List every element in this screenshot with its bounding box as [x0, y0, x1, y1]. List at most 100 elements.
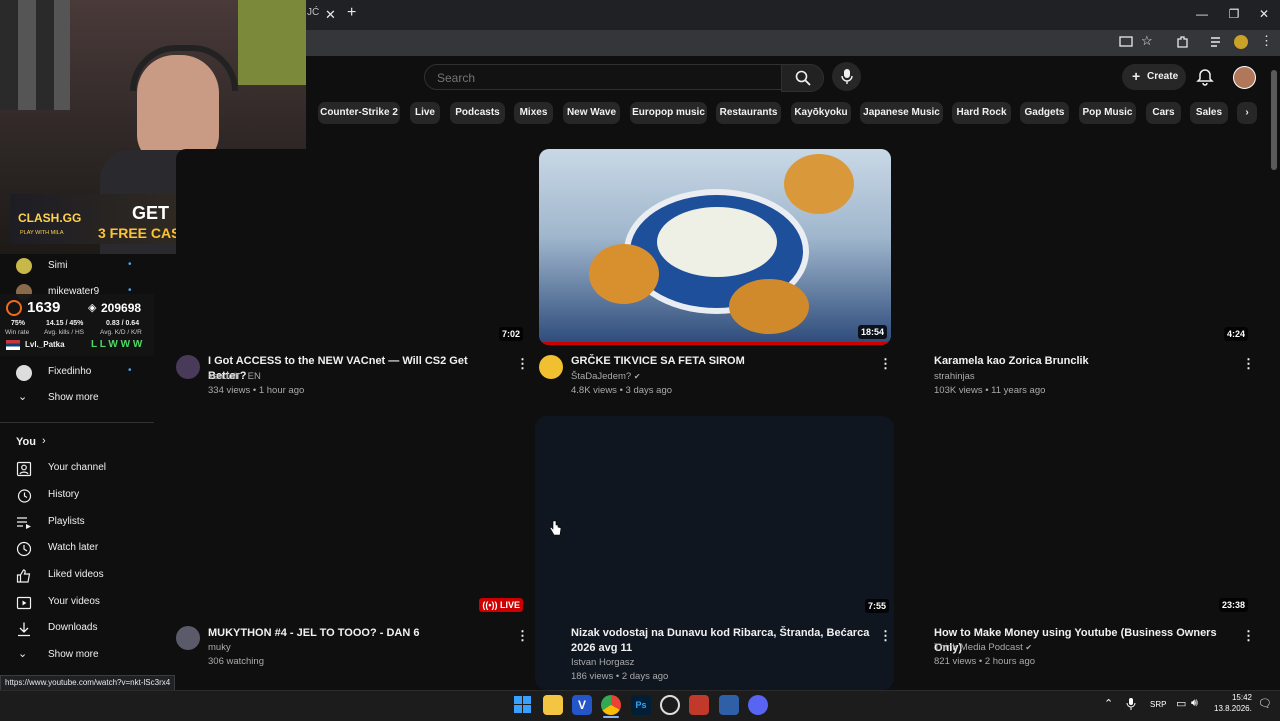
- channel-name-text: Think Media Podcast: [934, 642, 1023, 653]
- page-scrollbar[interactable]: [1270, 64, 1278, 684]
- obs-icon[interactable]: [660, 695, 680, 715]
- clock-time[interactable]: 15:42: [1226, 693, 1252, 702]
- maximize-button[interactable]: ❐: [1218, 7, 1250, 21]
- video-thumbnail[interactable]: 18:54: [539, 149, 891, 345]
- chip[interactable]: Cars: [1146, 102, 1181, 124]
- sidebar-item-playlists[interactable]: Playlists: [0, 510, 150, 536]
- calculator-icon[interactable]: [719, 695, 739, 715]
- sidebar-item-your-videos[interactable]: Your videos: [0, 590, 150, 616]
- voice-search-button[interactable]: [832, 62, 861, 91]
- notification-center-icon[interactable]: 🗨︎: [1258, 697, 1272, 710]
- plus-icon: +: [1132, 68, 1141, 84]
- create-label: Create: [1147, 71, 1179, 82]
- chip[interactable]: Counter-Strike 2: [318, 102, 400, 124]
- more-options-icon[interactable]: ⋮: [879, 357, 892, 370]
- banner-get: GET: [132, 203, 170, 223]
- clock-date[interactable]: 13.8.2026.: [1214, 704, 1252, 713]
- volume-icon[interactable]: 🔊︎: [1191, 697, 1198, 710]
- sidebar-item-history[interactable]: History: [0, 483, 150, 509]
- stats-overlay: 1639 ◈ 209698 75% Win rate 14.15 / 45% A…: [0, 294, 154, 356]
- channel-name[interactable]: muky: [208, 641, 231, 655]
- chip[interactable]: Hard Rock: [952, 102, 1011, 124]
- sidebar-item-liked-videos[interactable]: Liked videos: [0, 563, 150, 589]
- chip[interactable]: Mixes: [514, 102, 553, 124]
- video-thumbnail[interactable]: ((•)) LIVE: [176, 420, 527, 616]
- more-options-icon[interactable]: ⋮: [1242, 629, 1255, 642]
- scrollbar-thumb[interactable]: [1271, 70, 1277, 170]
- close-window-button[interactable]: ✕: [1248, 7, 1280, 21]
- chip-next-button[interactable]: ›: [1237, 102, 1257, 124]
- channel-name[interactable]: Istvan Horgasz: [571, 656, 634, 670]
- language-indicator[interactable]: SRP: [1150, 700, 1166, 709]
- subscription-item[interactable]: Simi •: [0, 254, 150, 280]
- video-thumbnail[interactable]: 23:38: [902, 420, 1252, 616]
- notifications-bell-icon[interactable]: [1196, 68, 1214, 86]
- chip[interactable]: Japanese Music: [860, 102, 943, 124]
- more-options-icon[interactable]: ⋮: [879, 629, 892, 642]
- show-more-subscriptions[interactable]: ⌄ Show more: [0, 386, 150, 412]
- video-thumbnail[interactable]: 7:02: [176, 149, 527, 345]
- more-options-icon[interactable]: ⋮: [516, 357, 529, 370]
- chip[interactable]: Live: [410, 102, 440, 124]
- video-title[interactable]: GRČKE TIKVICE SA FETA SIROM: [571, 354, 871, 369]
- you-label: You: [16, 436, 36, 448]
- subscription-item[interactable]: Fixedinho •: [0, 360, 150, 386]
- discord-icon[interactable]: [748, 695, 768, 715]
- chip[interactable]: Pop Music: [1079, 102, 1136, 124]
- video-title[interactable]: MUKYTHON #4 - JEL TO TOOO? - DAN 6: [208, 626, 503, 641]
- chip[interactable]: Restaurants: [716, 102, 781, 124]
- sidebar-item-watch-later[interactable]: Watch later: [0, 536, 150, 562]
- channel-name[interactable]: strahinjas: [934, 370, 975, 384]
- channel-avatar[interactable]: [539, 355, 563, 379]
- chip[interactable]: Gadgets: [1020, 102, 1069, 124]
- browser-menu-icon[interactable]: ⋮: [1260, 33, 1273, 49]
- chevron-up-icon[interactable]: ⌃: [1104, 697, 1113, 710]
- channel-name[interactable]: Think Media Podcast ✔: [934, 641, 1032, 655]
- photoshop-icon[interactable]: Ps: [631, 695, 651, 715]
- show-more-you[interactable]: ⌄ Show more: [0, 643, 150, 669]
- new-tab-button[interactable]: +: [347, 4, 356, 22]
- divider: [0, 422, 154, 423]
- channel-name[interactable]: sendoh · EN: [208, 370, 261, 384]
- sidebar-item-downloads[interactable]: Downloads: [0, 616, 150, 642]
- microphone-tray-icon[interactable]: [1126, 697, 1136, 711]
- sidebar-item-label: Playlists: [48, 516, 85, 527]
- chip[interactable]: New Wave: [563, 102, 620, 124]
- bookmark-star-icon[interactable]: ☆: [1141, 33, 1153, 49]
- monitor-icon[interactable]: ▭: [1176, 697, 1186, 710]
- more-options-icon[interactable]: ⋮: [516, 629, 529, 642]
- chip[interactable]: Sales: [1190, 102, 1228, 124]
- windows-start-icon[interactable]: [514, 696, 531, 713]
- video-thumbnail[interactable]: 4:24: [902, 149, 1252, 345]
- minimize-button[interactable]: —: [1186, 7, 1218, 21]
- chip[interactable]: Europop music: [630, 102, 707, 124]
- you-section-header[interactable]: You ›: [0, 430, 150, 456]
- more-options-icon[interactable]: ⋮: [1242, 357, 1255, 370]
- channel-avatar[interactable]: [176, 355, 200, 379]
- extensions-icon[interactable]: [1175, 35, 1189, 49]
- video-title[interactable]: Nizak vodostaj na Dunavu kod Ribarca, Št…: [571, 626, 873, 656]
- brave-icon[interactable]: [689, 695, 709, 715]
- video-title[interactable]: Karamela kao Zorica Brunclik: [934, 354, 1234, 369]
- live-broadcast-icon: ((•)): [482, 600, 500, 610]
- hovered-card[interactable]: 7:55 Nizak vodostaj na Dunavu kod Ribarc…: [535, 416, 894, 690]
- close-tab-icon[interactable]: ✕: [325, 7, 336, 23]
- search-button[interactable]: [781, 64, 824, 92]
- v-app-icon[interactable]: V: [572, 695, 592, 715]
- media-control-icon[interactable]: [1210, 35, 1224, 49]
- file-explorer-icon[interactable]: [543, 695, 563, 715]
- account-avatar[interactable]: [1233, 66, 1256, 89]
- create-button[interactable]: + Create: [1122, 64, 1186, 90]
- profile-avatar[interactable]: [1234, 35, 1248, 49]
- sidebar-item-your-channel[interactable]: Your channel: [0, 456, 150, 482]
- chip[interactable]: Podcasts: [450, 102, 505, 124]
- tab-title[interactable]: JĆ: [307, 7, 319, 18]
- chevron-down-icon: ⌄: [18, 648, 28, 660]
- search-input[interactable]: [435, 70, 739, 86]
- fritter-image: [589, 244, 659, 304]
- channel-avatar[interactable]: [176, 626, 200, 650]
- chrome-icon[interactable]: [601, 695, 621, 715]
- chip[interactable]: Kayōkyoku: [791, 102, 851, 124]
- cast-icon[interactable]: [1119, 35, 1133, 49]
- channel-name[interactable]: ŠtaDaJedem? ✔: [571, 370, 641, 384]
